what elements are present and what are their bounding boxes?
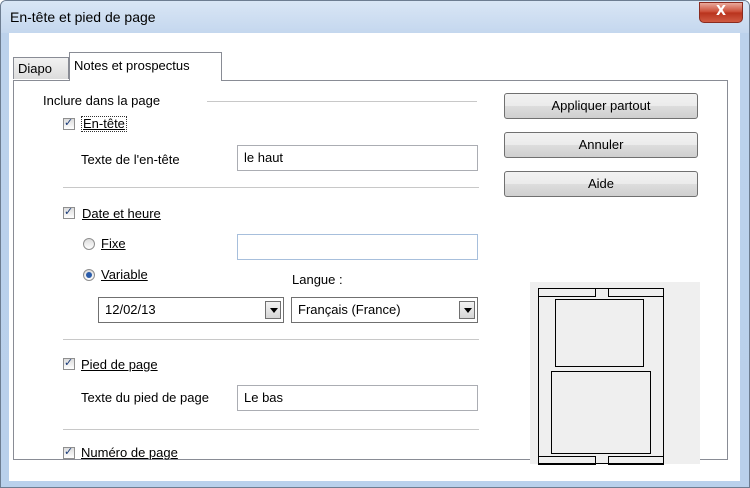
language-select[interactable]: Français (France): [291, 297, 478, 323]
dialog-window: En-tête et pied de page X Diapo Notes et…: [0, 0, 750, 488]
close-button[interactable]: X: [699, 2, 743, 23]
cancel-button[interactable]: Annuler: [504, 132, 698, 158]
fixed-date-input[interactable]: [237, 234, 478, 260]
separator: [63, 339, 479, 340]
footer-checkbox[interactable]: ✓: [63, 356, 75, 370]
language-label: Langue :: [292, 272, 343, 287]
footer-text-input[interactable]: Le bas: [237, 385, 478, 411]
date-format-value: 12/02/13: [105, 302, 156, 317]
preview-slide-area: [555, 299, 644, 367]
page-number-checkbox[interactable]: ✓: [63, 445, 75, 459]
footer-text-label: Texte du pied de page: [81, 390, 209, 405]
help-button[interactable]: Aide: [504, 171, 698, 197]
header-checkbox-label[interactable]: En-tête: [81, 116, 127, 132]
close-icon[interactable]: X: [716, 4, 726, 19]
header-checkbox[interactable]: ✓: [63, 116, 75, 130]
title-bar: En-tête et pied de page X: [1, 1, 749, 33]
fixed-radio-label[interactable]: Fixe: [101, 236, 126, 251]
preview-footer-right: [608, 456, 664, 465]
apply-all-button[interactable]: Appliquer partout: [504, 93, 698, 119]
separator: [63, 187, 479, 188]
layout-preview: [530, 282, 700, 465]
date-time-label[interactable]: Date et heure: [82, 206, 161, 221]
preview-header-right: [608, 288, 664, 297]
date-format-select[interactable]: 12/02/13: [98, 297, 284, 323]
preview-notes-area: [551, 371, 651, 454]
variable-radio[interactable]: [83, 269, 95, 281]
chevron-down-icon[interactable]: [265, 301, 281, 319]
preview-footer-left: [538, 456, 596, 465]
header-text-input[interactable]: le haut: [237, 145, 478, 171]
tab-diapo[interactable]: Diapo: [13, 57, 69, 79]
window-title: En-tête et pied de page: [10, 9, 156, 25]
checkmark-icon: ✓: [64, 445, 74, 458]
page-number-label[interactable]: Numéro de page: [81, 445, 178, 460]
header-text-label: Texte de l'en-tête: [81, 152, 180, 167]
footer-checkbox-label[interactable]: Pied de page: [81, 357, 158, 372]
checkmark-icon: ✓: [64, 205, 74, 218]
tab-notes-prospectus[interactable]: Notes et prospectus: [69, 52, 222, 81]
fixed-radio[interactable]: [83, 238, 95, 250]
checkmark-icon: ✓: [64, 116, 74, 129]
variable-radio-label[interactable]: Variable: [101, 267, 148, 282]
group-separator: [207, 101, 477, 102]
checkmark-icon: ✓: [64, 356, 74, 369]
date-time-checkbox[interactable]: ✓: [63, 205, 75, 219]
preview-header-left: [538, 288, 596, 297]
include-group-label: Inclure dans la page: [43, 93, 161, 108]
chevron-down-icon[interactable]: [459, 301, 475, 319]
language-value: Français (France): [298, 302, 401, 317]
separator: [63, 429, 479, 430]
